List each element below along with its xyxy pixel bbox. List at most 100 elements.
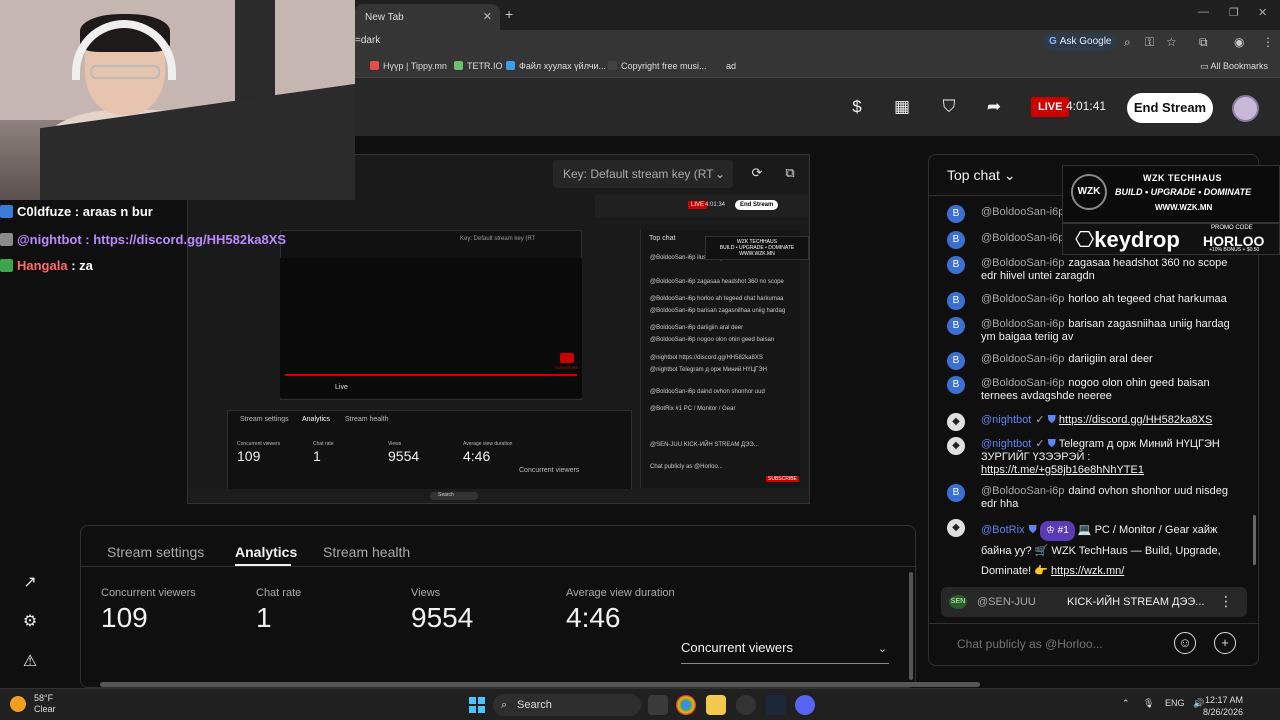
preview-end-stream: End Stream bbox=[735, 200, 779, 210]
preview-subscribe-small: SUBSCRIBE bbox=[555, 365, 579, 370]
steam-icon[interactable] bbox=[766, 695, 786, 715]
discord-icon[interactable] bbox=[795, 695, 815, 715]
bookmark-tippy[interactable]: Нүүр | Tippy.mn bbox=[370, 61, 447, 71]
bookmark-label: Файл хуулах үйлчи... bbox=[519, 61, 606, 71]
all-bookmarks[interactable]: ▭ All Bookmarks bbox=[1200, 61, 1268, 72]
menu-icon[interactable]: ⋮ bbox=[1262, 35, 1274, 49]
chat-author[interactable]: @BoldooSan-i6p bbox=[981, 293, 1064, 305]
keydrop-label: keydrop bbox=[1094, 227, 1180, 252]
preview-tab: Stream health bbox=[345, 416, 389, 423]
chat-author[interactable]: @nightbot bbox=[981, 414, 1031, 426]
preview-chat-line: @BotRix #1 PC / Monitor / Gear bbox=[650, 406, 736, 412]
share-icon[interactable]: ➦ bbox=[984, 97, 1004, 117]
horizontal-scrollbar[interactable] bbox=[100, 682, 980, 687]
clapperboard-icon[interactable]: ▦ bbox=[892, 97, 912, 117]
top-chat-select[interactable]: Top chat ⌄ bbox=[947, 167, 1016, 184]
copy-icon[interactable]: ⧉ bbox=[781, 165, 799, 183]
tab-stream-health[interactable]: Stream health bbox=[323, 544, 410, 560]
avatar: B bbox=[947, 317, 965, 335]
chat-author[interactable]: @BoldooSan-i6p bbox=[981, 318, 1064, 330]
open-external-icon[interactable]: ↗ bbox=[20, 572, 40, 592]
task-view-icon[interactable] bbox=[648, 695, 668, 715]
bot-icon: ◆ bbox=[947, 413, 965, 431]
bookmark-copyright-music[interactable]: Copyright free musi... bbox=[608, 61, 707, 71]
extensions-icon[interactable]: ⧉ bbox=[1199, 35, 1208, 50]
avatar[interactable] bbox=[1232, 95, 1259, 122]
start-windows-icon[interactable] bbox=[469, 697, 485, 713]
zoom-icon[interactable]: ⌕ bbox=[1124, 35, 1131, 50]
stat-value-views: 9554 bbox=[411, 602, 474, 633]
preview-chat-input: Chat publicly as @Horloo... bbox=[650, 464, 723, 470]
chat-author[interactable]: @BoldooSan-i6p bbox=[981, 353, 1064, 365]
google-icon: G bbox=[1049, 36, 1057, 47]
analytics-scrollbar[interactable] bbox=[909, 572, 913, 680]
chat-author[interactable]: @BoldooSan-i6p bbox=[981, 232, 1064, 244]
close-tab-icon[interactable]: ✕ bbox=[483, 10, 492, 23]
tab-stream-settings[interactable]: Stream settings bbox=[107, 544, 204, 560]
tab-analytics[interactable]: Analytics bbox=[235, 544, 297, 560]
obs-icon[interactable] bbox=[736, 695, 756, 715]
bookmark-star-icon[interactable]: ☆ bbox=[1166, 35, 1177, 49]
preview-live-label: LIVE bbox=[691, 202, 705, 208]
profile-avatar-icon[interactable]: ◉ bbox=[1234, 35, 1244, 49]
refresh-icon[interactable]: ⟳ bbox=[748, 165, 766, 183]
chat-link[interactable]: https://wzk.mn/ bbox=[1051, 565, 1124, 577]
pinned-text: KICK-ИЙН STREAM ДЭЭ... bbox=[1067, 596, 1205, 608]
chat-scrollbar[interactable] bbox=[1253, 515, 1256, 565]
overlay-message: https://discord.gg/HH582ka8XS bbox=[93, 232, 287, 247]
chat-link[interactable]: https://t.me/+g58jb16e8hNhYTE1 bbox=[981, 464, 1144, 476]
feedback-icon[interactable]: ⚠ bbox=[20, 651, 40, 671]
bookmark-tetrio[interactable]: TETR.IO bbox=[454, 61, 503, 71]
overlay-message: za bbox=[79, 258, 93, 273]
chat-link[interactable]: https://discord.gg/HH582ka8XS bbox=[1059, 414, 1212, 426]
file-explorer-icon[interactable] bbox=[706, 695, 726, 715]
preview-sponsor-line: WWW.WZK.MN bbox=[739, 251, 775, 257]
all-bookmarks-label: All Bookmarks bbox=[1210, 61, 1268, 71]
chrome-icon[interactable] bbox=[676, 695, 696, 715]
emoji-icon[interactable]: ☺ bbox=[1174, 632, 1196, 654]
chat-author[interactable]: @nightbot bbox=[981, 438, 1031, 450]
chat-author[interactable]: @BoldooSan-i6p bbox=[981, 377, 1064, 389]
metric-select[interactable]: Concurrent viewers ⌄ bbox=[681, 640, 889, 664]
chevron-up-icon[interactable]: ⌃ bbox=[1122, 698, 1130, 709]
settings-gear-icon[interactable]: ⚙ bbox=[20, 611, 40, 631]
pointing-hand-icon: 👉 bbox=[1034, 565, 1051, 577]
minimize-icon[interactable]: — bbox=[1198, 6, 1209, 18]
taskbar-search[interactable]: ⌕ Search bbox=[493, 694, 641, 716]
browser-tab[interactable]: New Tab ✕ bbox=[355, 4, 500, 30]
stream-key-select[interactable]: Key: Default stream key (RT ⌄ bbox=[553, 160, 733, 188]
pinned-message[interactable]: SEN @SEN-JUU KICK-ИЙН STREAM ДЭЭ... ⋮ bbox=[941, 587, 1247, 617]
overlay-sep: : bbox=[81, 232, 94, 247]
chat-text: horloo ah tegeed chat harkumaa bbox=[1068, 293, 1227, 305]
end-stream-button[interactable]: End Stream bbox=[1127, 93, 1213, 123]
weather-temp: 58°F bbox=[34, 693, 54, 703]
bookmark-file-share[interactable]: Файл хуулах үйлчи... bbox=[506, 61, 606, 71]
bookmark-favicon-icon bbox=[370, 61, 379, 70]
system-clock[interactable]: 12:17 AM 8/26/2026 bbox=[1203, 694, 1243, 718]
microphone-icon[interactable]: 🎙 bbox=[1143, 698, 1154, 709]
chat-author[interactable]: @BoldooSan-i6p bbox=[981, 257, 1064, 269]
maximize-icon[interactable]: ❐ bbox=[1229, 6, 1239, 19]
ask-google-button[interactable]: G Ask Google bbox=[1043, 33, 1118, 51]
chat-input[interactable] bbox=[957, 637, 1167, 651]
moderator-shield-icon: ⛊ bbox=[1047, 438, 1059, 450]
close-window-icon[interactable]: ✕ bbox=[1258, 6, 1267, 19]
sponsor-url: WWW.WZK.MN bbox=[1155, 203, 1213, 212]
new-tab-icon[interactable]: + bbox=[505, 6, 513, 22]
key-icon[interactable]: ⚿ bbox=[1145, 35, 1154, 50]
chat-author[interactable]: @BoldooSan-i6p bbox=[981, 485, 1064, 497]
chat-text: dariigiin aral deer bbox=[1068, 353, 1153, 365]
monetization-icon[interactable]: $ bbox=[847, 97, 867, 117]
bookmark-ad[interactable]: ad bbox=[726, 61, 736, 71]
more-options-icon[interactable]: ⋮ bbox=[1219, 593, 1233, 610]
preview-chat-line: @BoldooSan-i6p barisan zagasnilhaa uniig… bbox=[650, 308, 786, 314]
add-icon[interactable]: + bbox=[1214, 632, 1236, 654]
chat-author[interactable]: @BoldooSan-i6p bbox=[981, 206, 1064, 218]
stat-label: Concurrent viewers bbox=[101, 587, 196, 599]
rank-badge-label: #1 bbox=[1057, 525, 1069, 536]
chat-author[interactable]: @BotRix bbox=[981, 524, 1025, 536]
language-indicator[interactable]: ENG bbox=[1165, 698, 1185, 708]
bookmark-icon[interactable]: ⛉ bbox=[939, 97, 959, 117]
address-bar[interactable]: =dark bbox=[355, 35, 380, 46]
overlay-sep: : bbox=[67, 258, 80, 273]
